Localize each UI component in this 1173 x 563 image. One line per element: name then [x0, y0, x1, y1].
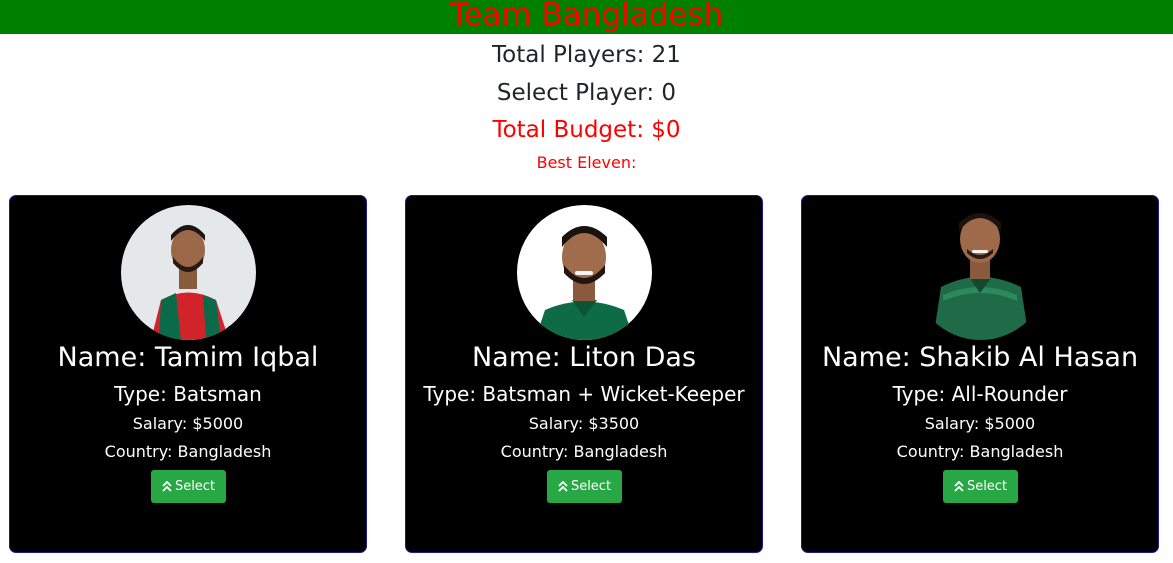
- player-type: Type: Batsman: [114, 382, 262, 406]
- selected-players-text: Select Player: 0: [496, 80, 677, 106]
- player-name: Name: Tamim Iqbal: [57, 342, 319, 373]
- select-button[interactable]: Select: [151, 470, 226, 503]
- player-country: Country: Bangladesh: [104, 442, 272, 461]
- player-avatar: [913, 205, 1048, 340]
- player-salary: Salary: $3500: [528, 414, 640, 433]
- player-card: Name: Liton Das Type: Batsman + Wicket-K…: [405, 195, 763, 553]
- best-eleven-label: Best Eleven:: [536, 153, 637, 172]
- select-button[interactable]: Select: [943, 470, 1018, 503]
- player-photo: [517, 205, 652, 340]
- select-button[interactable]: Select: [547, 470, 622, 503]
- select-button-label: Select: [174, 479, 216, 494]
- player-name: Name: Shakib Al Hasan: [821, 342, 1139, 373]
- player-type: Type: All-Rounder: [892, 382, 1068, 406]
- total-budget-text: Total Budget: $0: [492, 117, 681, 143]
- player-avatar: [121, 205, 256, 340]
- player-card: Name: Shakib Al Hasan Type: All-Rounder …: [801, 195, 1159, 553]
- player-country: Country: Bangladesh: [896, 442, 1064, 461]
- player-salary: Salary: $5000: [132, 414, 244, 433]
- player-name: Name: Liton Das: [471, 342, 697, 373]
- select-button-label: Select: [570, 479, 612, 494]
- player-photo: [913, 205, 1048, 340]
- player-avatar: [517, 205, 652, 340]
- double-chevron-up-icon: [954, 481, 964, 492]
- header-bar: Team Bangladesh: [0, 0, 1173, 34]
- double-chevron-up-icon: [162, 481, 172, 492]
- player-country: Country: Bangladesh: [500, 442, 668, 461]
- player-photo: [121, 205, 256, 340]
- player-card: Name: Tamim Iqbal Type: Batsman Salary: …: [9, 195, 367, 553]
- double-chevron-up-icon: [558, 481, 568, 492]
- player-salary: Salary: $5000: [924, 414, 1036, 433]
- player-type: Type: Batsman + Wicket-Keeper: [423, 382, 745, 406]
- total-players-text: Total Players: 21: [492, 42, 681, 68]
- select-button-label: Select: [966, 479, 1008, 494]
- page-title: Team Bangladesh: [449, 0, 724, 33]
